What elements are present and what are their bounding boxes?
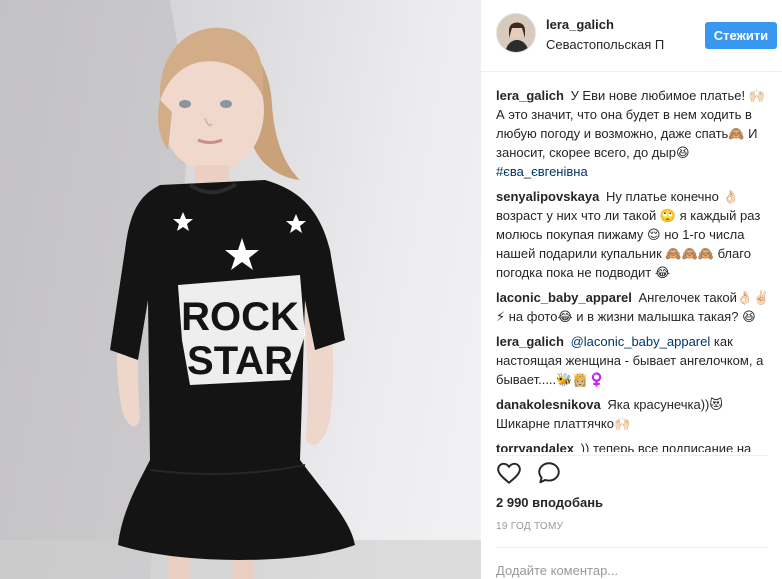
comment-username[interactable]: senyalipovskaya bbox=[496, 189, 599, 204]
heart-icon[interactable] bbox=[496, 460, 524, 488]
avatar[interactable] bbox=[496, 13, 536, 53]
comment-username[interactable]: danakolesnikova bbox=[496, 397, 601, 412]
comment-username[interactable]: lera_galich bbox=[496, 88, 564, 103]
photo-illustration: ROCK STAR bbox=[0, 0, 481, 579]
post-sidebar: lera_galich Севастопольская Пл... Стежит… bbox=[481, 0, 782, 579]
post-window: ROCK STAR lera_galich Севастопольская Пл… bbox=[0, 0, 782, 579]
post-photo[interactable]: ROCK STAR bbox=[0, 0, 481, 579]
follow-button[interactable]: Стежити bbox=[705, 22, 777, 49]
post-header: lera_galich Севастопольская Пл... Стежит… bbox=[481, 0, 782, 72]
likes-count[interactable]: 2 990 вподобань bbox=[496, 495, 603, 510]
caption: lera_galich У Еви нове любимое платье! 🙌… bbox=[496, 86, 782, 181]
divider bbox=[496, 547, 767, 548]
comment-item: lera_galich @laconic_baby_apparel как на… bbox=[496, 332, 782, 389]
shirt-text-rock: ROCK bbox=[181, 295, 299, 339]
comment-item: torryandalex )) теперь все подписание на bbox=[496, 439, 782, 452]
hashtag-link[interactable]: #єва_євгенівна bbox=[496, 164, 588, 179]
comment-icon[interactable] bbox=[536, 460, 564, 488]
comment-text: )) теперь все подписание на bbox=[580, 441, 752, 452]
shirt-text-star: STAR bbox=[187, 339, 293, 383]
post-timestamp[interactable]: 19 ГОД ТОМУ bbox=[496, 521, 563, 532]
post-location[interactable]: Севастопольская Пл... bbox=[546, 37, 664, 52]
comment-username[interactable]: lera_galich bbox=[496, 334, 564, 349]
post-actions bbox=[496, 460, 767, 488]
comments-list[interactable]: lera_galich У Еви нове любимое платье! 🙌… bbox=[496, 86, 782, 452]
add-comment-input[interactable] bbox=[496, 561, 767, 579]
post-author-username[interactable]: lera_galich bbox=[546, 17, 614, 32]
comment-item: danakolesnikova Яка красунечка))😻 Шикарн… bbox=[496, 395, 782, 433]
comment-username[interactable]: laconic_baby_apparel bbox=[496, 290, 632, 305]
comment-item: senyalipovskaya Ну платье конечно 👌🏻 воз… bbox=[496, 187, 782, 282]
comment-item: laconic_baby_apparel Ангелочек такой👌🏻✌🏻… bbox=[496, 288, 782, 326]
comment-username[interactable]: torryandalex bbox=[496, 441, 574, 452]
divider bbox=[496, 455, 767, 456]
mention-link[interactable]: @laconic_baby_apparel bbox=[571, 334, 711, 349]
